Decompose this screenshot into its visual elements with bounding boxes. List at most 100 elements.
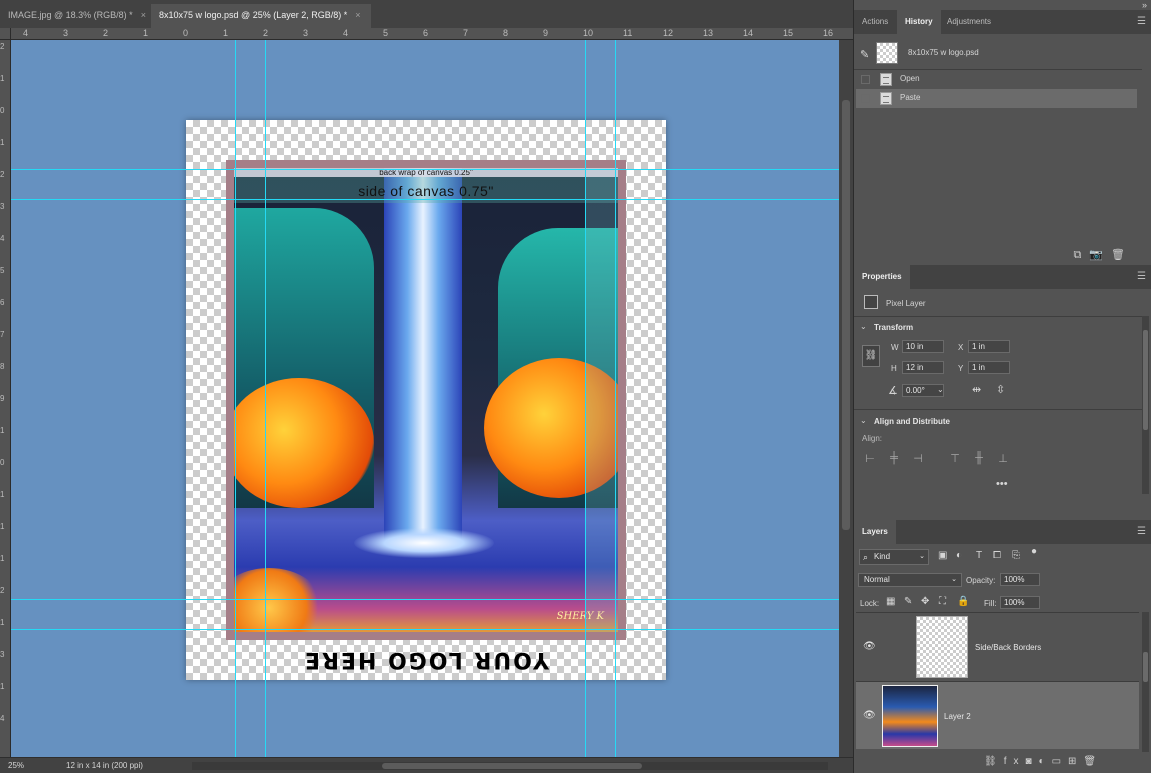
close-icon[interactable]: × <box>355 10 360 20</box>
lock-label: Lock: <box>860 599 880 608</box>
flip-vertical-icon[interactable]: ⇳ <box>996 383 1005 396</box>
align-right-icon[interactable]: ⊣ <box>912 452 924 466</box>
layer-thumbnail <box>882 685 938 747</box>
link-dimensions-icon[interactable]: ⛓ <box>862 345 880 367</box>
guide-vertical[interactable] <box>235 40 236 757</box>
align-bottom-icon[interactable]: ⊥ <box>997 452 1009 466</box>
filter-pixel-icon[interactable]: ▣ <box>938 550 947 561</box>
vertical-scrollbar[interactable] <box>839 40 853 757</box>
layer-name[interactable]: Layer 2 <box>944 712 971 721</box>
panel-menu-icon[interactable]: ☰ <box>1137 271 1146 282</box>
lock-position-icon[interactable]: ✥ <box>921 596 929 607</box>
history-brush-icon[interactable]: ✎ <box>860 48 869 61</box>
tab-adjustments[interactable]: Adjustments <box>939 10 999 34</box>
horizontal-scrollbar[interactable] <box>192 762 828 770</box>
eye-icon[interactable]: 👁 <box>863 641 876 652</box>
tab-history[interactable]: History <box>897 10 941 34</box>
layer-row-side-back-borders[interactable]: 👁 Side/Back Borders <box>856 612 1139 680</box>
chevron-down-icon[interactable]: ⌄ <box>860 322 867 331</box>
guide-horizontal[interactable] <box>11 599 839 600</box>
history-state-label: Paste <box>900 93 921 102</box>
tab-8x10x75-psd[interactable]: 8x10x75 w logo.psd @ 25% (Layer 2, RGB/8… <box>151 4 371 28</box>
link-layers-icon[interactable]: ⛓ <box>984 756 1004 767</box>
y-field[interactable]: 1 in <box>968 361 1010 374</box>
scroll-thumb[interactable] <box>1143 330 1148 430</box>
trash-icon[interactable]: 🗑 <box>1111 249 1133 261</box>
document-size[interactable]: 12 in x 14 in (200 ppi) <box>66 758 143 773</box>
align-left-icon[interactable]: ⊢ <box>864 452 876 466</box>
align-middle-vertical-icon[interactable]: ╫ <box>973 452 985 466</box>
horizontal-ruler[interactable]: 4 3 2 1 0 1 2 3 4 5 6 7 8 9 10 11 12 13 14 15 16 <box>11 28 853 40</box>
blend-mode-select[interactable]: Normal ⌄ <box>858 573 962 587</box>
history-state-open[interactable]: Open <box>856 70 1137 89</box>
transform-section-title[interactable]: Transform <box>874 323 913 332</box>
ruler-tick-label: 1 <box>143 28 149 38</box>
guide-vertical[interactable] <box>615 40 616 757</box>
filter-adjustment-icon[interactable]: ◐ <box>956 550 962 561</box>
ruler-tick-label: 2 <box>0 42 5 51</box>
history-state-paste[interactable]: Paste <box>856 89 1137 108</box>
eye-icon[interactable]: 👁 <box>863 710 876 721</box>
panel-menu-icon[interactable]: ☰ <box>1137 526 1146 537</box>
more-options-icon[interactable]: ••• <box>996 478 1008 490</box>
guide-horizontal[interactable] <box>11 169 839 170</box>
guide-vertical[interactable] <box>585 40 586 757</box>
add-mask-icon[interactable]: ◙ <box>1025 756 1038 767</box>
align-top-icon[interactable]: ⊤ <box>949 452 961 466</box>
lock-all-icon[interactable]: 🔒 <box>957 596 969 607</box>
collapse-panels-icon[interactable]: » <box>1142 0 1147 10</box>
lock-image-pixels-icon[interactable]: ✎ <box>904 596 912 607</box>
adjustment-layer-icon[interactable]: ◐ <box>1039 756 1052 767</box>
guide-horizontal[interactable] <box>11 199 839 200</box>
fx-icon[interactable]: fx <box>1004 756 1026 767</box>
camera-icon[interactable]: 📷 <box>1089 249 1111 261</box>
history-brush-source-checkbox[interactable] <box>861 75 870 84</box>
lock-transparent-pixels-icon[interactable]: ▦ <box>886 596 895 607</box>
guide-horizontal[interactable] <box>11 629 839 630</box>
scroll-thumb[interactable] <box>842 100 850 530</box>
filter-shape-icon[interactable]: ⧠ <box>993 550 1001 561</box>
scroll-thumb[interactable] <box>1143 652 1148 682</box>
canvas-workspace[interactable]: back wrap of canvas 0.25" side of canvas… <box>11 40 839 757</box>
ruler-origin[interactable] <box>0 28 11 40</box>
chevron-down-icon[interactable]: ⌄ <box>937 385 944 394</box>
properties-scrollbar[interactable] <box>1142 316 1149 494</box>
waterfall-painting-layer[interactable]: back wrap of canvas 0.25" side of canvas… <box>226 160 626 640</box>
filter-type-icon[interactable]: T <box>976 550 982 561</box>
opacity-field[interactable]: 100% <box>1000 573 1040 586</box>
close-icon[interactable]: × <box>141 10 146 20</box>
chevron-down-icon[interactable]: ⌄ <box>860 416 867 425</box>
new-document-from-state-icon[interactable]: ⧉ <box>1073 249 1089 261</box>
tab-properties[interactable]: Properties <box>854 265 910 289</box>
document-canvas[interactable]: back wrap of canvas 0.25" side of canvas… <box>186 120 666 680</box>
layers-scrollbar[interactable] <box>1142 612 1149 752</box>
tab-image-jpg[interactable]: IMAGE.jpg @ 18.3% (RGB/8) * × <box>0 4 150 28</box>
fill-field[interactable]: 100% <box>1000 596 1040 609</box>
lock-artboard-icon[interactable]: ⛶ <box>939 596 946 607</box>
guide-vertical[interactable] <box>265 40 266 757</box>
width-field[interactable]: 10 in <box>902 340 944 353</box>
panel-menu-icon[interactable]: ☰ <box>1137 16 1146 27</box>
align-center-horizontal-icon[interactable]: ╪ <box>888 452 900 466</box>
new-group-icon[interactable]: ▭ <box>1052 756 1068 767</box>
trash-icon[interactable]: 🗑 <box>1083 756 1103 767</box>
ruler-tick-label: 0 <box>0 458 5 467</box>
tab-actions[interactable]: Actions <box>854 10 896 34</box>
new-layer-icon[interactable]: ⊞ <box>1068 756 1083 767</box>
zoom-level[interactable]: 25% <box>8 758 24 773</box>
flip-horizontal-icon[interactable]: ⇹ <box>972 383 981 396</box>
right-panel-dock: Actions History Adjustments ☰ » ✎ 8x10x7… <box>853 0 1151 773</box>
layer-name[interactable]: Side/Back Borders <box>975 643 1041 652</box>
height-field[interactable]: 12 in <box>902 361 944 374</box>
filter-smart-object-icon[interactable]: ⎘ <box>1012 550 1020 561</box>
history-snapshot[interactable]: ✎ 8x10x75 w logo.psd <box>860 42 1140 68</box>
layer-filter-select[interactable]: ⌕ Kind ⌄ <box>859 549 929 565</box>
align-section-title[interactable]: Align and Distribute <box>874 417 950 426</box>
x-field[interactable]: 1 in <box>968 340 1010 353</box>
history-brush-source-checkbox[interactable] <box>861 94 870 103</box>
layer-row-layer-2[interactable]: 👁 Layer 2 <box>856 681 1139 749</box>
filter-toggle-icon[interactable]: ● <box>1031 546 1037 557</box>
scroll-thumb[interactable] <box>382 763 642 769</box>
vertical-ruler[interactable]: 2101234567891011121314 <box>0 40 11 757</box>
tab-layers[interactable]: Layers <box>854 520 896 544</box>
